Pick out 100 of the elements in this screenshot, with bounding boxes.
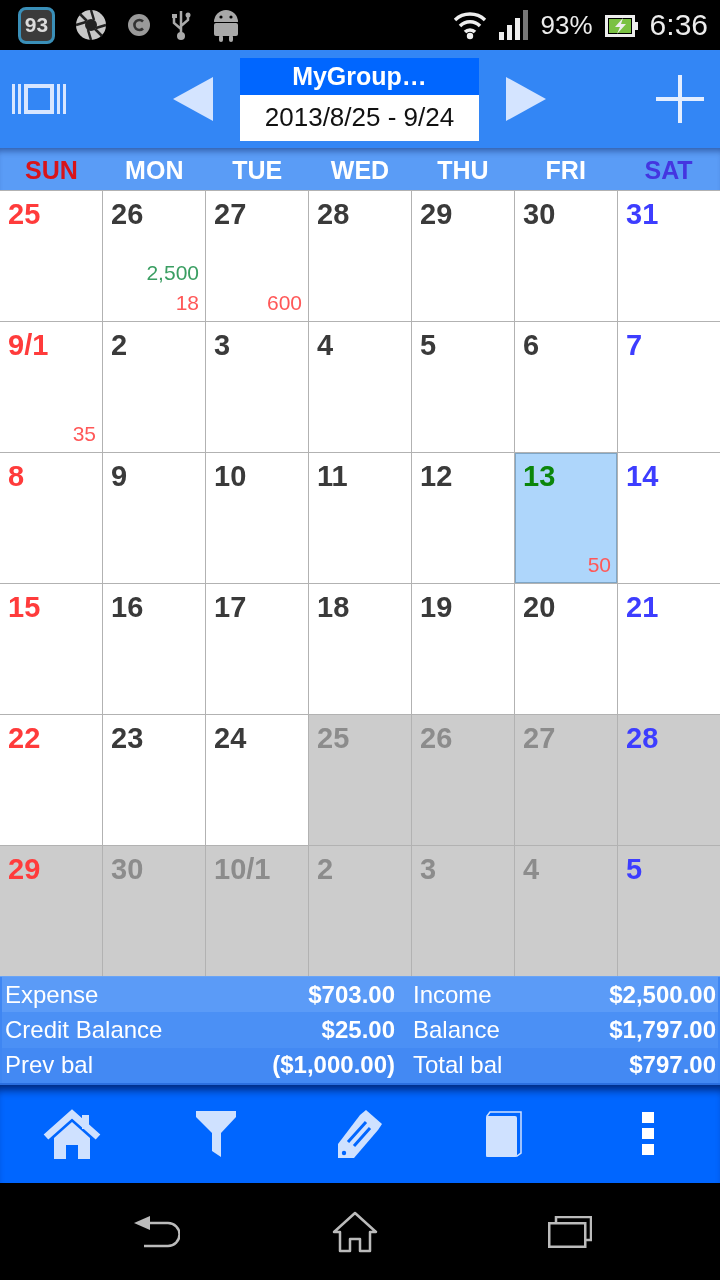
day-number: 25 bbox=[317, 721, 350, 755]
day-cell[interactable]: 5 bbox=[618, 846, 720, 976]
day-cell[interactable]: 26 2,500 18 bbox=[103, 191, 205, 321]
day-cell[interactable]: 9 bbox=[103, 453, 205, 583]
day-number: 27 bbox=[523, 721, 556, 755]
previous-icon[interactable] bbox=[173, 77, 213, 121]
day-cell[interactable]: 7 bbox=[618, 322, 720, 452]
back-icon[interactable] bbox=[134, 1215, 180, 1248]
day-number: 6 bbox=[523, 328, 540, 362]
recent-apps-icon[interactable] bbox=[548, 1215, 592, 1248]
day-number: 23 bbox=[111, 721, 144, 755]
day-cell[interactable]: 9/1 35 bbox=[0, 322, 102, 452]
summary-value: $703.00 bbox=[308, 980, 395, 1009]
day-cell[interactable]: 6 bbox=[515, 322, 617, 452]
day-number: 28 bbox=[626, 721, 659, 755]
day-cell[interactable]: 2 bbox=[103, 322, 205, 452]
day-number: 10 bbox=[214, 459, 247, 493]
day-number: 3 bbox=[420, 852, 437, 886]
day-cell[interactable]: 28 bbox=[618, 715, 720, 845]
day-number: 5 bbox=[420, 328, 437, 362]
day-cell[interactable]: 3 bbox=[206, 322, 308, 452]
day-cell[interactable]: 29 bbox=[412, 191, 514, 321]
weekday-label: SUN bbox=[25, 155, 78, 185]
day-number: 4 bbox=[317, 328, 334, 362]
tag-icon[interactable] bbox=[338, 1110, 382, 1158]
aperture-icon bbox=[75, 9, 107, 41]
day-cell[interactable]: 11 bbox=[309, 453, 411, 583]
notification-badge: 93 bbox=[18, 6, 55, 44]
day-cell[interactable]: 8 bbox=[0, 453, 102, 583]
day-cell[interactable]: 12 bbox=[412, 453, 514, 583]
weekday-label: TUE bbox=[232, 155, 283, 185]
summary-label: Prev bal bbox=[5, 1051, 94, 1080]
summary-label: Income bbox=[413, 980, 492, 1009]
day-number: 7 bbox=[626, 328, 643, 362]
summary-label: Balance bbox=[413, 1016, 500, 1044]
day-cell[interactable]: 23 bbox=[103, 715, 205, 845]
day-number: 9/1 bbox=[8, 328, 49, 362]
summary-value: $1,797.00 bbox=[609, 1016, 716, 1044]
income-amount: 2,500 bbox=[146, 260, 199, 286]
day-number: 16 bbox=[111, 590, 144, 624]
plus-icon[interactable] bbox=[656, 75, 704, 123]
day-cell[interactable]: 31 bbox=[618, 191, 720, 321]
summary-label: Expense bbox=[5, 980, 99, 1009]
expense-amount: 50 bbox=[587, 552, 611, 578]
day-number: 14 bbox=[626, 459, 659, 493]
day-number: 17 bbox=[214, 590, 247, 624]
usb-icon bbox=[171, 9, 191, 41]
robot-icon bbox=[211, 8, 241, 42]
day-cell[interactable]: 16 bbox=[103, 584, 205, 714]
day-number: 26 bbox=[111, 197, 144, 231]
more-options-icon[interactable] bbox=[642, 1112, 654, 1156]
summary-value: $25.00 bbox=[321, 1016, 395, 1044]
day-cell[interactable]: 22 bbox=[0, 715, 102, 845]
filter-icon[interactable] bbox=[196, 1111, 236, 1157]
copyright-icon bbox=[127, 13, 151, 37]
weekday-label: MON bbox=[125, 155, 184, 185]
battery-percent: 93% bbox=[540, 12, 593, 38]
next-icon[interactable] bbox=[506, 77, 546, 121]
signal-icon bbox=[498, 10, 529, 40]
carousel-view-icon[interactable] bbox=[12, 84, 66, 114]
day-cell[interactable]: 17 bbox=[206, 584, 308, 714]
day-cell[interactable]: 15 bbox=[0, 584, 102, 714]
date-range: 2013/8/25 - 9/24 bbox=[240, 94, 479, 141]
day-number: 28 bbox=[317, 197, 350, 231]
day-cell[interactable]: 4 bbox=[309, 322, 411, 452]
day-number: 19 bbox=[420, 590, 453, 624]
day-number: 15 bbox=[8, 590, 41, 624]
day-cell[interactable]: 10 bbox=[206, 453, 308, 583]
day-number: 11 bbox=[317, 459, 348, 493]
day-number: 10/1 bbox=[214, 852, 271, 886]
day-number: 2 bbox=[317, 852, 334, 886]
summary-value: $2,500.00 bbox=[609, 980, 716, 1009]
day-number: 22 bbox=[8, 721, 41, 755]
expense-amount: 35 bbox=[72, 421, 96, 447]
summary-label: Credit Balance bbox=[5, 1016, 163, 1044]
day-number: 18 bbox=[317, 590, 350, 624]
day-number: 31 bbox=[626, 197, 659, 231]
day-cell[interactable]: 18 bbox=[309, 584, 411, 714]
day-cell[interactable]: 27 600 bbox=[206, 191, 308, 321]
day-number: 25 bbox=[8, 197, 41, 231]
day-cell[interactable]: 5 bbox=[412, 322, 514, 452]
day-number: 29 bbox=[420, 197, 453, 231]
day-cell[interactable]: 24 bbox=[206, 715, 308, 845]
battery-charging-icon bbox=[604, 13, 638, 37]
day-cell[interactable]: 30 bbox=[515, 191, 617, 321]
group-selector[interactable]: MyGroup… bbox=[240, 57, 479, 95]
day-cell[interactable]: 25 bbox=[0, 191, 102, 321]
day-cell[interactable]: 28 bbox=[309, 191, 411, 321]
day-cell[interactable]: 21 bbox=[618, 584, 720, 714]
day-number: 30 bbox=[111, 852, 144, 886]
day-cell[interactable]: 14 bbox=[618, 453, 720, 583]
summary-label: Total bal bbox=[413, 1051, 503, 1080]
home-icon[interactable] bbox=[332, 1210, 378, 1253]
day-number: 27 bbox=[214, 197, 247, 231]
day-number: 20 bbox=[523, 590, 556, 624]
day-cell[interactable]: 20 bbox=[515, 584, 617, 714]
book-icon[interactable] bbox=[486, 1111, 522, 1157]
day-number: 29 bbox=[8, 852, 41, 886]
day-cell[interactable]: 19 bbox=[412, 584, 514, 714]
expense-amount: 600 bbox=[266, 290, 302, 316]
